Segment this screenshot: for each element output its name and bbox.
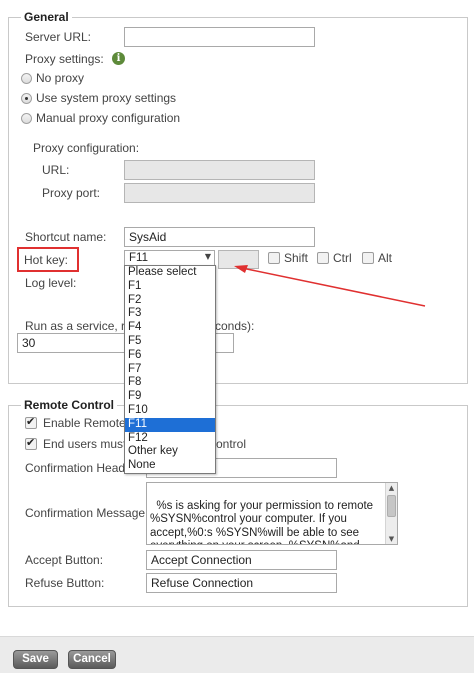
- log-level-label: Log level:: [25, 276, 77, 290]
- hot-key-select[interactable]: F11 ▼: [124, 250, 215, 266]
- cancel-button[interactable]: Cancel: [68, 650, 116, 669]
- shortcut-name-label: Shortcut name:: [25, 230, 107, 244]
- save-button[interactable]: Save: [13, 650, 58, 669]
- hot-key-option[interactable]: F6: [125, 349, 215, 363]
- server-url-label: Server URL:: [25, 30, 92, 44]
- refuse-button-label: Refuse Button:: [25, 576, 105, 590]
- hot-key-option[interactable]: F5: [125, 335, 215, 349]
- hot-key-dropdown-list[interactable]: Please select F1 F2 F3 F4 F5 F6 F7 F8 F9 F10 F11 F12…: [124, 265, 216, 474]
- proxy-port-label: Proxy port:: [42, 186, 101, 200]
- hot-key-option[interactable]: F10: [125, 404, 215, 418]
- hot-key-option[interactable]: F12: [125, 432, 215, 446]
- manual-proxy-label: Manual proxy configuration: [36, 111, 181, 125]
- chevron-down-icon: ▼: [204, 252, 211, 261]
- hot-key-option[interactable]: F8: [125, 376, 215, 390]
- hot-key-option[interactable]: F4: [125, 321, 215, 335]
- hot-key-label: Hot key:: [24, 253, 69, 267]
- confirmation-message-text: %s is asking for your permission to remo…: [150, 499, 374, 545]
- hot-key-option[interactable]: F3: [125, 307, 215, 321]
- general-legend: General: [21, 10, 72, 24]
- proxy-url-input[interactable]: [124, 160, 315, 180]
- hot-key-option[interactable]: F2: [125, 294, 215, 308]
- server-url-input[interactable]: [124, 27, 315, 47]
- hot-key-option[interactable]: F11: [125, 417, 215, 432]
- hot-key-option[interactable]: F9: [125, 390, 215, 404]
- accept-button-label: Accept Button:: [25, 553, 104, 567]
- confirmation-header-label: Confirmation Heade: [25, 461, 132, 475]
- end-users-checkbox[interactable]: [25, 436, 37, 450]
- hot-key-option[interactable]: Please select: [125, 266, 215, 280]
- refuse-button-input[interactable]: Refuse Connection: [146, 573, 337, 593]
- enable-remote-label: Enable Remote: [43, 416, 126, 430]
- info-icon[interactable]: i: [112, 52, 125, 65]
- confirmation-message-textarea[interactable]: %s is asking for your permission to remo…: [146, 482, 398, 545]
- no-proxy-label: No proxy: [36, 71, 85, 85]
- no-proxy-radio[interactable]: [21, 73, 32, 84]
- url-label: URL:: [42, 163, 70, 177]
- system-proxy-radio[interactable]: [21, 93, 32, 104]
- confirmation-message-label: Confirmation Message:: [25, 506, 149, 520]
- enable-remote-checkbox[interactable]: [25, 415, 37, 429]
- hot-key-option[interactable]: F7: [125, 363, 215, 377]
- accept-button-input[interactable]: Accept Connection: [146, 550, 337, 570]
- system-proxy-label: Use system proxy settings: [36, 91, 177, 105]
- scroll-down-icon[interactable]: ▼: [386, 534, 397, 544]
- hot-key-option[interactable]: F1: [125, 280, 215, 294]
- manual-proxy-radio[interactable]: [21, 113, 32, 124]
- remote-control-legend: Remote Control: [21, 398, 117, 412]
- hot-key-selected-value: F11: [129, 252, 148, 264]
- service-label-left: Run as a service, re: [25, 319, 132, 333]
- proxy-port-input[interactable]: [124, 183, 315, 203]
- service-label-right: conds):: [215, 319, 255, 333]
- hot-key-option[interactable]: Other key: [125, 445, 215, 459]
- hot-key-option[interactable]: None: [125, 459, 215, 473]
- textarea-scrollbar[interactable]: ▲ ▼: [385, 483, 397, 544]
- proxy-settings-label: Proxy settings:: [25, 52, 104, 66]
- shortcut-name-input[interactable]: SysAid: [124, 227, 315, 247]
- end-users-label-right: ontrol: [216, 437, 247, 451]
- proxy-configuration-label: Proxy configuration:: [33, 141, 140, 155]
- scroll-thumb[interactable]: [387, 495, 396, 517]
- scroll-up-icon[interactable]: ▲: [386, 483, 397, 493]
- end-users-label: End users must: [43, 437, 127, 451]
- annotation-arrow: [234, 265, 426, 307]
